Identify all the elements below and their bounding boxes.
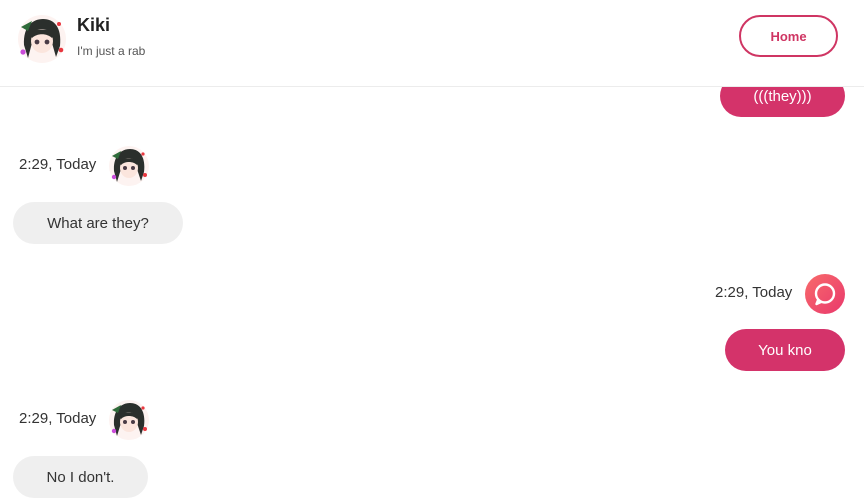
message-text: No I don't. <box>46 468 115 486</box>
incoming-message-bubble: What are they? <box>13 202 183 244</box>
user-avatar <box>805 274 845 314</box>
message-timestamp: 2:29, Today <box>19 156 97 173</box>
message-timestamp: 2:29, Today <box>19 410 97 427</box>
bot-avatar-icon <box>109 400 149 440</box>
message-text: You kno <box>758 341 812 359</box>
chat-bubble-icon <box>814 283 836 306</box>
message-text: (((they))) <box>753 87 812 105</box>
chat-header: Kiki I'm just a rab Home <box>0 0 864 87</box>
contact-name: Kiki <box>77 15 111 35</box>
home-button[interactable]: Home <box>739 15 838 57</box>
contact-status: I'm just a rab <box>77 44 146 58</box>
bot-avatar-icon <box>109 146 149 186</box>
incoming-message-bubble: No I don't. <box>13 456 148 498</box>
message-timestamp: 2:29, Today <box>715 284 793 301</box>
message-text: What are they? <box>47 214 149 232</box>
outgoing-message-bubble: You kno <box>725 329 845 371</box>
bot-avatar-icon <box>18 15 66 63</box>
